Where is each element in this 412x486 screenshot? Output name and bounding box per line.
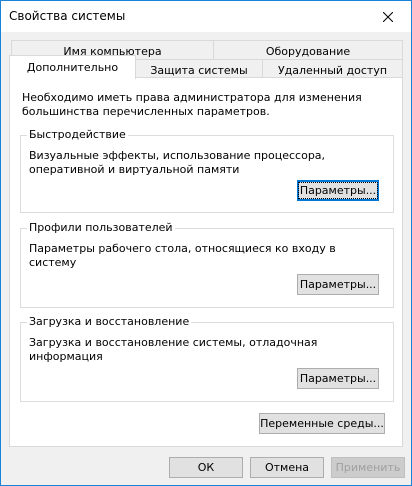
title-bar: Свойства системы (1, 1, 411, 32)
tab-hardware[interactable]: Оборудование (213, 40, 403, 61)
user-profiles-group-title: Профили пользователей (27, 221, 175, 234)
performance-group-title: Быстродействие (27, 128, 128, 141)
performance-group: Быстродействие Визуальные эффекты, испол… (20, 128, 394, 213)
advanced-tab-panel: Необходимо иметь права администратора дл… (9, 77, 403, 447)
ok-button[interactable]: ОК (169, 457, 243, 478)
close-button[interactable] (365, 1, 411, 32)
environment-variables-button[interactable]: Переменные среды... (259, 413, 385, 434)
user-profiles-settings-button[interactable]: Параметры... (297, 274, 379, 295)
tab-advanced[interactable]: Дополнительно (9, 55, 136, 79)
window-title: Свойства системы (9, 9, 126, 23)
cancel-button[interactable]: Отмена (250, 457, 324, 478)
user-profiles-group: Профили пользователей Параметры рабочего… (20, 221, 394, 308)
close-icon (383, 11, 393, 22)
user-profiles-description: Параметры рабочего стола, относящиеся ко… (29, 242, 336, 269)
performance-settings-button[interactable]: Параметры... (297, 180, 379, 201)
apply-button[interactable]: Применить (331, 457, 405, 478)
performance-description: Визуальные эффекты, использование процес… (29, 149, 326, 176)
startup-recovery-description: Загрузка и восстановление системы, отлад… (29, 336, 318, 363)
admin-rights-note: Необходимо иметь права администратора дл… (22, 91, 362, 118)
system-properties-window: Свойства системы Имя компьютера Оборудов… (0, 0, 412, 486)
startup-recovery-group: Загрузка и восстановление Загрузка и вос… (20, 315, 394, 402)
startup-recovery-settings-button[interactable]: Параметры... (297, 368, 379, 389)
startup-recovery-group-title: Загрузка и восстановление (27, 315, 192, 328)
